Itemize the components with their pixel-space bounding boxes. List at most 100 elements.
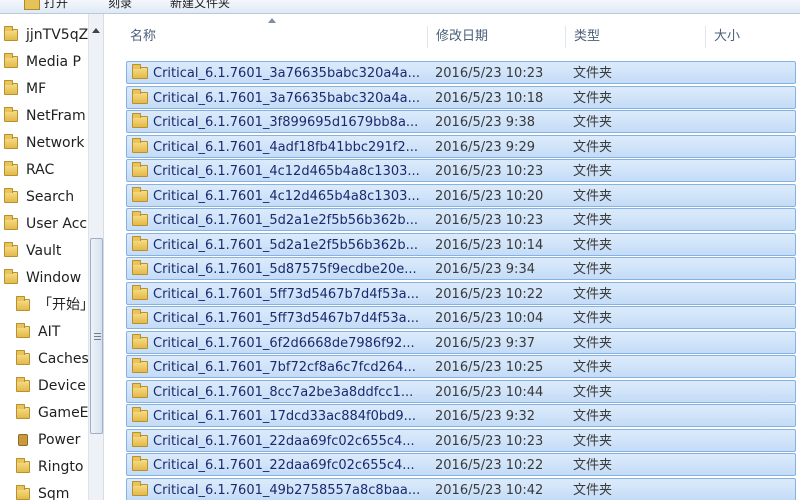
column-header-type[interactable]: 类型 — [566, 26, 706, 48]
nav-item[interactable]: AIT — [0, 321, 88, 343]
navigation-pane: jjnTV5qZ Media P MF NetFram Network RAC Search… — [0, 14, 104, 500]
burn-button[interactable]: 刻录 — [108, 0, 132, 12]
nav-item[interactable]: User Acc — [0, 213, 88, 235]
grip-icon — [94, 333, 101, 340]
nav-item-label: Power — [38, 432, 81, 448]
file-name: Critical_6.1.7601_5d2a1e2f5b56b362b... — [153, 237, 419, 253]
nav-item[interactable]: Search — [0, 186, 88, 208]
folder-icon — [16, 296, 30, 311]
new-folder-button[interactable]: 新建文件夹 — [170, 0, 230, 12]
column-header-date[interactable]: 修改日期 — [428, 26, 566, 48]
file-date: 2016/5/23 10:20 — [435, 188, 544, 204]
file-row[interactable]: Critical_6.1.7601_22daa69fc02c655c4... 20… — [126, 453, 796, 476]
file-row[interactable]: Critical_6.1.7601_8cc7a2be3a8ddfcc1... 20… — [126, 379, 796, 403]
file-name: Critical_6.1.7601_3a76635babc320a4a... — [153, 66, 420, 81]
folder-icon — [132, 284, 148, 300]
column-header-bar: 名称 修改日期 类型 大小 — [104, 14, 800, 60]
file-date: 2016/5/23 10:22 — [435, 286, 544, 302]
file-row[interactable]: Critical_6.1.7601_49b2758557a8c8baa... 20… — [126, 477, 796, 500]
folder-icon — [4, 242, 18, 257]
nav-item-label: RAC — [26, 162, 55, 178]
file-row[interactable]: Critical_6.1.7601_6f2d6668de7986f92... 20… — [126, 330, 796, 354]
file-name: Critical_6.1.7601_3a76635babc320a4a... — [153, 90, 420, 106]
file-type: 文件夹 — [573, 482, 613, 498]
folder-icon — [132, 162, 148, 177]
nav-item[interactable]: Device — [0, 375, 88, 397]
file-row[interactable]: Critical_6.1.7601_3a76635babc320a4a... 20… — [126, 85, 796, 109]
nav-scrollbar[interactable] — [88, 14, 103, 500]
folder-icon — [4, 215, 18, 230]
folder-icon — [4, 188, 18, 203]
nav-item[interactable]: GameE — [0, 402, 88, 424]
file-type: 文件夹 — [573, 360, 613, 375]
file-date: 2016/5/23 10:44 — [435, 384, 544, 400]
file-row[interactable]: Critical_6.1.7601_4c12d465b4a8c1303... 20… — [126, 159, 796, 182]
open-button[interactable]: 打开 — [24, 0, 68, 12]
file-row[interactable]: Critical_6.1.7601_4c12d465b4a8c1303... 20… — [126, 183, 796, 207]
nav-item[interactable]: Sqm — [0, 483, 88, 500]
folder-icon — [4, 26, 18, 41]
folder-icon — [16, 377, 30, 392]
sort-ascending-icon — [268, 18, 276, 23]
file-date: 2016/5/23 10:42 — [435, 482, 544, 498]
folder-icon — [4, 80, 18, 95]
nav-item[interactable]: Window — [0, 267, 88, 289]
nav-item-label: Media P — [26, 54, 81, 70]
file-row[interactable]: Critical_6.1.7601_5d2a1e2f5b56b362b... 20… — [126, 208, 796, 231]
column-header-name[interactable]: 名称 — [122, 26, 428, 48]
nav-item[interactable]: NetFram — [0, 105, 88, 127]
nav-item[interactable]: Power — [0, 429, 88, 451]
file-type: 文件夹 — [573, 90, 613, 106]
file-row[interactable]: Critical_6.1.7601_7bf72cf8a6c7fcd264... 2… — [126, 355, 796, 378]
folder-icon — [132, 64, 148, 79]
column-header-size[interactable]: 大小 — [706, 26, 800, 48]
file-row[interactable]: Critical_6.1.7601_3f899695d1679bb8a... 20… — [126, 110, 796, 133]
nav-item-label: Caches — [38, 351, 88, 367]
file-type: 文件夹 — [573, 409, 613, 424]
nav-item-label: GameE — [38, 405, 88, 421]
nav-item[interactable]: Media P — [0, 51, 88, 73]
file-date: 2016/5/23 9:34 — [435, 262, 535, 277]
file-row[interactable]: Critical_6.1.7601_5ff73d5467b7d4f53a... 2… — [126, 281, 796, 305]
nav-item[interactable]: RAC — [0, 159, 88, 181]
file-name: Critical_6.1.7601_5ff73d5467b7d4f53a... — [153, 311, 419, 326]
file-name: Critical_6.1.7601_8cc7a2be3a8ddfcc1... — [153, 384, 414, 400]
nav-scrollbar-thumb[interactable] — [90, 238, 103, 434]
file-date: 2016/5/23 10:14 — [435, 237, 544, 253]
folder-icon — [132, 358, 148, 373]
folder-icon — [4, 134, 18, 149]
nav-item[interactable]: Ringto — [0, 456, 88, 478]
file-row[interactable]: Critical_6.1.7601_3a76635babc320a4a... 20… — [126, 61, 796, 84]
file-row[interactable]: Critical_6.1.7601_5d2a1e2f5b56b362b... 20… — [126, 232, 796, 256]
nav-item[interactable]: 「开始」 — [0, 294, 88, 316]
file-row[interactable]: Critical_6.1.7601_17dcd33ac884f0bd9... 20… — [126, 404, 796, 427]
nav-item[interactable]: Network — [0, 132, 88, 154]
folder-icon — [132, 260, 148, 275]
toolbar: 打开 刻录 新建文件夹 — [0, 0, 800, 14]
file-row[interactable]: Critical_6.1.7601_5ff73d5467b7d4f53a... 2… — [126, 306, 796, 329]
file-type: 文件夹 — [573, 139, 613, 155]
file-name: Critical_6.1.7601_5d87575f9ecdbe20e... — [153, 262, 417, 277]
open-icon — [24, 0, 40, 10]
nav-item[interactable]: jjnTV5qZ — [0, 24, 88, 46]
file-row[interactable]: Critical_6.1.7601_22daa69fc02c655c4... 20… — [126, 428, 796, 452]
folder-icon — [4, 269, 18, 284]
file-name: Critical_6.1.7601_3f899695d1679bb8a... — [153, 115, 419, 130]
nav-item[interactable]: Vault — [0, 240, 88, 262]
file-type: 文件夹 — [573, 188, 613, 204]
scroll-up-arrow-icon[interactable] — [92, 28, 100, 33]
file-row[interactable]: Critical_6.1.7601_4adf18fb41bbc291f2... 2… — [126, 134, 796, 158]
file-name: Critical_6.1.7601_4c12d465b4a8c1303... — [153, 164, 420, 179]
file-date: 2016/5/23 10:18 — [435, 90, 544, 106]
file-row[interactable]: Critical_6.1.7601_5d87575f9ecdbe20e... 20… — [126, 257, 796, 280]
folder-icon — [132, 456, 148, 471]
folder-icon — [132, 382, 148, 398]
nav-item-label: Network — [26, 135, 85, 151]
file-type: 文件夹 — [573, 286, 613, 302]
file-date: 2016/5/23 9:29 — [435, 139, 535, 155]
nav-item[interactable]: MF — [0, 78, 88, 100]
file-date: 2016/5/23 10:23 — [435, 66, 544, 81]
folder-icon — [16, 458, 30, 473]
nav-item[interactable]: Caches — [0, 348, 88, 370]
folder-icon — [132, 480, 148, 496]
